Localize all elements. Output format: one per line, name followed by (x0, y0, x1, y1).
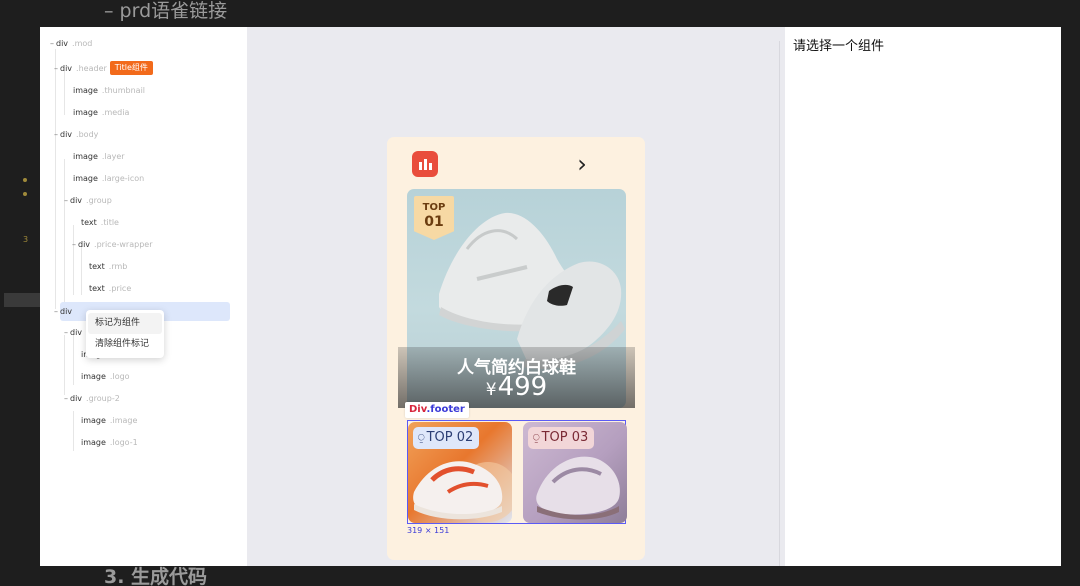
tree-node-class: .group (86, 196, 112, 205)
tree-node-large-icon[interactable]: image .large-icon (73, 170, 144, 188)
tile-rank-label: TOP 03 (541, 430, 589, 445)
rank-badge-label: TOP (422, 202, 446, 213)
tree-node-price-wrapper[interactable]: – div .price-wrapper (72, 236, 153, 254)
tree-node-image-2[interactable]: image .image (81, 412, 137, 430)
tree-node-class: .logo-1 (109, 438, 138, 447)
side-dot (23, 192, 27, 196)
tree-guide-line (64, 335, 65, 395)
tree-guide-line (73, 411, 74, 451)
tree-node-class: .price-wrapper (94, 240, 153, 249)
background-heading: – prd语雀链接 (104, 0, 228, 22)
tile-rank-badge: ⍜ TOP 02 (413, 427, 480, 449)
tree-node-tag: div (70, 394, 83, 403)
rank-badge-number: 01 (424, 214, 444, 230)
product-tile[interactable]: ⍜ TOP 03 (523, 422, 627, 523)
props-empty-title: 请选择一个组件 (793, 39, 885, 54)
tree-node-logo-1[interactable]: image .logo-1 (81, 434, 138, 452)
tree-node-class: .media (101, 108, 130, 117)
tree-node-class: .group-2 (86, 394, 120, 403)
tree-node-tag: div (60, 64, 73, 73)
medal-icon: ⍜ (418, 431, 425, 444)
tree-node-tag: text (81, 218, 97, 227)
medal-icon: ⍜ (533, 431, 540, 444)
side-selection-bar (4, 293, 40, 307)
tree-node-logo[interactable]: image .logo (81, 368, 130, 386)
tree-node-class: .layer (101, 152, 125, 161)
price-value: 499 (497, 372, 548, 402)
tree-guide-line (81, 247, 82, 295)
tree-node-group[interactable]: – div .group (64, 192, 112, 210)
footer-tag-prefix: Div (409, 404, 427, 415)
tree-node-class: .header (76, 64, 107, 73)
product-card[interactable]: › TOP 01 人气简约白球鞋 ¥499 Div.footer ⍜ TOP 0… (387, 137, 645, 560)
tree-guide-line (55, 49, 56, 309)
tile-rank-badge: ⍜ TOP 03 (528, 427, 595, 449)
tree-node-class: .price (108, 284, 132, 293)
tree-node-tag: text (89, 262, 105, 271)
tree-node-tag: image (73, 174, 98, 183)
tree-node-media[interactable]: image .media (73, 104, 129, 122)
tree-node-tag: div (78, 240, 91, 249)
tree-node-tag: div (70, 328, 83, 337)
product-tile[interactable]: ⍜ TOP 02 (408, 422, 512, 523)
tree-guide-line (73, 335, 74, 385)
canvas-guide-line (779, 41, 780, 566)
bar-chart-icon[interactable] (412, 151, 438, 177)
menu-item-mark-component[interactable]: 标记为组件 (88, 313, 162, 334)
product-price: ¥499 (398, 372, 635, 402)
properties-panel: 请选择一个组件 (785, 27, 1061, 566)
tree-node-tag: div (60, 130, 73, 139)
currency-symbol: ¥ (485, 380, 497, 400)
tree-node-class: .title (100, 218, 119, 227)
context-menu: 标记为组件 清除组件标记 (86, 310, 164, 358)
tree-node-tag: image (73, 152, 98, 161)
tree-node-mod[interactable]: – div .mod (50, 35, 92, 53)
tree-node-tag: image (81, 438, 106, 447)
component-badge: Title组件 (109, 61, 153, 75)
tree-node-header[interactable]: – div .header Title组件 (54, 60, 153, 78)
tree-node-class: .mod (72, 39, 93, 48)
layer-tree-panel: – div .mod – div .header Title组件 image .thumbn… (40, 27, 247, 566)
menu-item-clear-component-mark[interactable]: 清除组件标记 (88, 334, 162, 355)
tree-node-layer[interactable]: image .layer (73, 148, 125, 166)
dimension-label: 319 × 151 (407, 526, 450, 535)
tree-node-thumbnail[interactable]: image .thumbnail (73, 82, 145, 100)
chevron-right-icon[interactable]: › (571, 151, 593, 177)
tree-node-tag: div (56, 39, 69, 48)
tree-node-tag: text (89, 284, 105, 293)
tree-node-tag: image (81, 416, 106, 425)
rank-badge: TOP 01 (414, 196, 454, 240)
footer-selection-tag: Div.footer (405, 402, 469, 418)
tree-node-class: .large-icon (101, 174, 145, 183)
side-dot (23, 178, 27, 182)
tree-node-tag: div (70, 196, 83, 205)
tree-node-group-1[interactable]: – div (64, 324, 86, 342)
side-number: 3 (23, 235, 29, 244)
editor-window: – div .mod – div .header Title组件 image .thumbn… (40, 27, 1061, 566)
tree-node-class: .image (109, 416, 138, 425)
tree-node-price[interactable]: text .price (89, 280, 131, 298)
footer-tag-suffix: .footer (426, 404, 465, 415)
tree-node-class: .thumbnail (101, 86, 146, 95)
main-caption-overlay: 人气简约白球鞋 ¥499 (398, 347, 635, 408)
tile-rank-label: TOP 02 (426, 430, 474, 445)
tree-guide-line (64, 159, 65, 309)
tree-node-group-2[interactable]: – div .group-2 (64, 390, 120, 408)
tree-node-title[interactable]: text .title (81, 214, 119, 232)
tree-node-class: .logo (109, 372, 130, 381)
tree-node-class: .body (76, 130, 99, 139)
tree-node-tag: div (60, 307, 73, 316)
tree-node-body[interactable]: – div .body (54, 126, 98, 144)
tree-node-class: .rmb (108, 262, 128, 271)
tree-node-tag: image (73, 86, 98, 95)
tree-node-footer[interactable]: – div (54, 303, 76, 321)
footer-selection-box[interactable]: ⍜ TOP 02 ⍜ TOP 03 (407, 420, 627, 524)
tree-node-tag: image (73, 108, 98, 117)
tree-node-tag: image (81, 372, 106, 381)
tree-node-rmb[interactable]: text .rmb (89, 258, 127, 276)
